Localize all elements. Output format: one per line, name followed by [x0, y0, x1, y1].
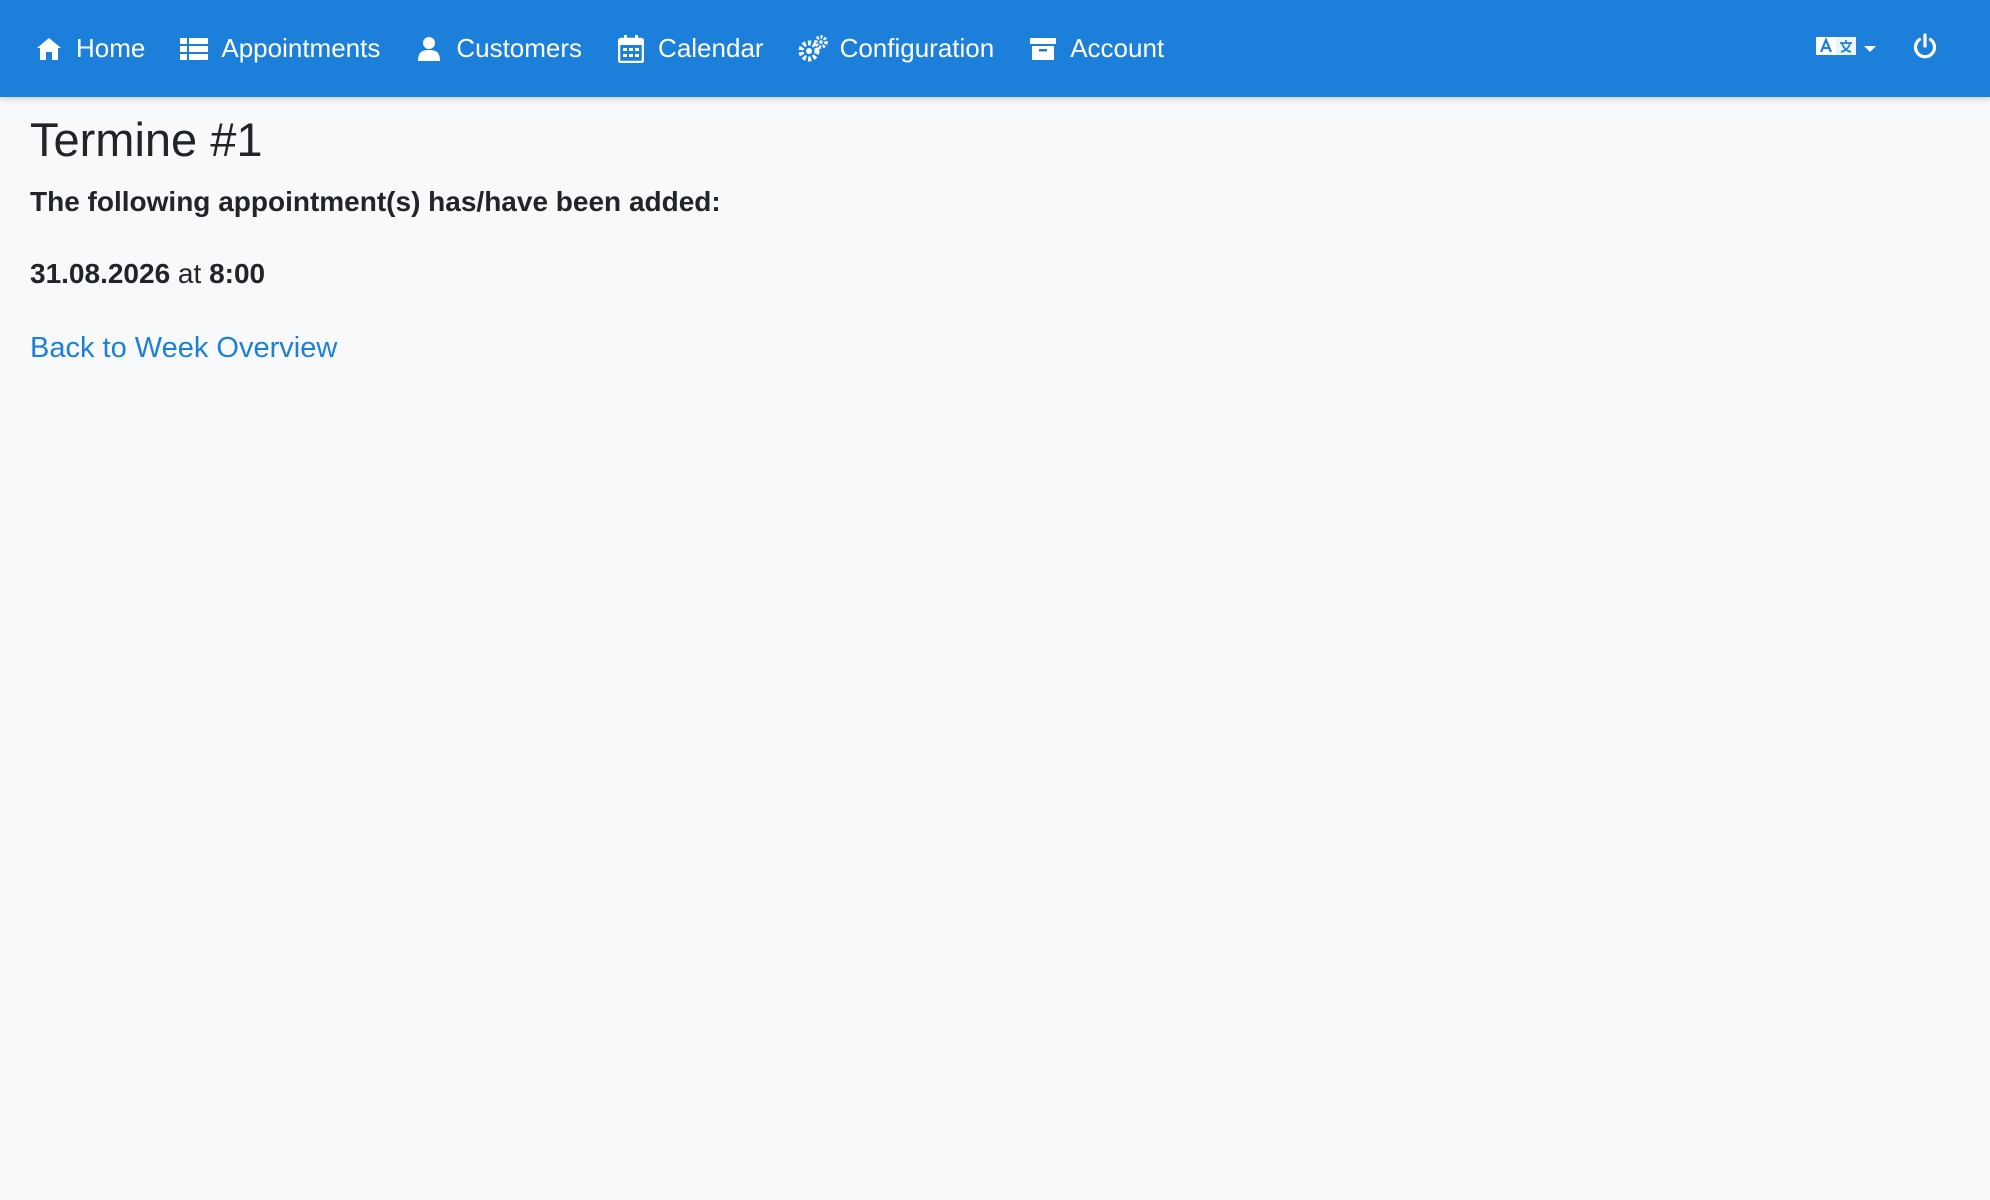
top-navbar: Home Appointments Customers Calendar Con…: [0, 0, 1990, 97]
nav-item-calendar[interactable]: Calendar: [616, 33, 764, 64]
appointment-date: 31.08.2026: [30, 258, 171, 289]
nav-item-home-label: Home: [76, 33, 146, 63]
language-icon: [1816, 35, 1856, 62]
nav-right-tools: [1816, 0, 1990, 97]
nav-item-configuration-label: Configuration: [839, 33, 995, 63]
appointment-time: 8:00: [209, 258, 266, 289]
main-content: Termine #1 The following appointment(s) …: [30, 110, 1930, 368]
home-icon: [34, 34, 64, 64]
nav-item-home[interactable]: Home: [34, 33, 145, 64]
nav-item-customers[interactable]: Customers: [414, 33, 582, 64]
page-title: Termine #1: [30, 113, 263, 166]
nav-item-account-label: Account: [1070, 33, 1165, 63]
archive-icon: [1028, 34, 1058, 64]
success-notice: The following appointment(s) has/have be…: [30, 186, 721, 217]
nav-item-account[interactable]: Account: [1028, 33, 1164, 64]
power-icon: [1912, 33, 1938, 64]
logout-button[interactable]: [1912, 33, 1938, 64]
cogs-icon: [798, 34, 828, 64]
nav-item-appointments-label: Appointments: [221, 33, 381, 63]
appointment-summary: 31.08.2026 at 8:00: [30, 254, 1930, 294]
nav-item-configuration[interactable]: Configuration: [798, 33, 995, 64]
main-nav: Home Appointments Customers Calendar Con…: [34, 0, 1198, 97]
user-icon: [414, 34, 444, 64]
language-dropdown[interactable]: [1816, 35, 1876, 62]
calendar-icon: [616, 34, 646, 64]
chevron-down-icon: [1864, 45, 1876, 52]
appointment-connector: at: [170, 258, 210, 289]
nav-item-customers-label: Customers: [456, 33, 583, 63]
list-icon: [179, 34, 209, 64]
back-to-week-overview-link[interactable]: Back to Week Overview: [30, 328, 337, 368]
nav-item-calendar-label: Calendar: [658, 33, 764, 63]
nav-item-appointments[interactable]: Appointments: [179, 33, 380, 64]
